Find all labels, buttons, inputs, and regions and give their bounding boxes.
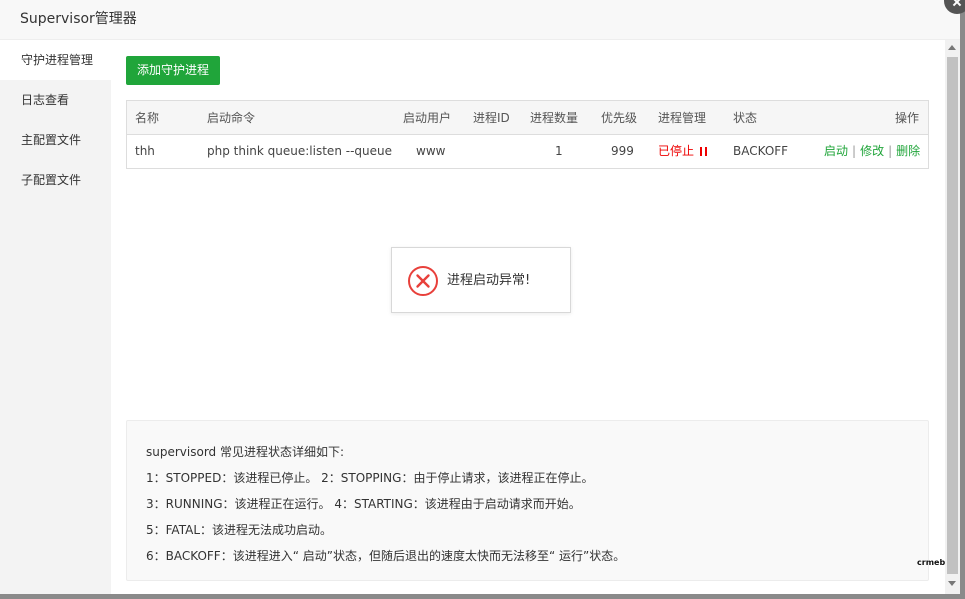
process-table: 名称 启动命令 启动用户 进程ID 进程数量 优先级 进程管理 状态 操作 th… bbox=[126, 100, 929, 169]
sidebar-item-log-view[interactable]: 日志查看 bbox=[0, 80, 111, 120]
pause-icon bbox=[700, 147, 708, 156]
sidebar-item-daemon-manage[interactable]: 守护进程管理 bbox=[0, 40, 111, 80]
supervisor-dialog: Supervisor管理器 守护进程管理 日志查看 主配置文件 子配置文件 添加… bbox=[0, 0, 960, 594]
toast-message: 进程启动异常! bbox=[447, 273, 531, 288]
scroll-up-arrow-icon[interactable] bbox=[948, 45, 956, 50]
watermark-logo: crmeb bbox=[917, 558, 946, 567]
cell-manage[interactable]: 已停止 bbox=[658, 135, 708, 168]
info-line: supervisord 常见进程状态详细如下: bbox=[146, 445, 345, 459]
header-user: 启动用户 bbox=[403, 111, 452, 125]
error-toast: 进程启动异常! bbox=[391, 247, 571, 313]
cell-user: www bbox=[416, 144, 446, 158]
scroll-thumb[interactable] bbox=[947, 57, 958, 574]
cell-name: thh bbox=[135, 144, 155, 158]
header-count: 进程数量 bbox=[530, 111, 579, 125]
sidebar-item-main-config[interactable]: 主配置文件 bbox=[0, 120, 111, 160]
status-info-box: supervisord 常见进程状态详细如下: 1：STOPPED：该进程已停止… bbox=[126, 420, 929, 581]
delete-link[interactable]: 删除 bbox=[896, 144, 920, 158]
header-ops: 操作 bbox=[895, 111, 920, 125]
sidebar: 守护进程管理 日志查看 主配置文件 子配置文件 bbox=[0, 40, 111, 594]
dialog-title: Supervisor管理器 bbox=[20, 11, 137, 27]
info-line: 6：BACKOFF：该进程进入“ 启动”状态，但随后退出的速度太快而无法移至“ … bbox=[146, 549, 626, 563]
table-row: thh php think queue:listen --queue www 1… bbox=[127, 135, 928, 168]
main-panel: 添加守护进程 名称 启动命令 启动用户 进程ID 进程数量 优先级 进程管理 状… bbox=[111, 40, 945, 594]
ops-separator: | bbox=[852, 144, 857, 158]
table-header: 名称 启动命令 启动用户 进程ID 进程数量 优先级 进程管理 状态 操作 bbox=[127, 101, 928, 135]
sidebar-item-sub-config[interactable]: 子配置文件 bbox=[0, 160, 111, 200]
dialog-titlebar: Supervisor管理器 bbox=[0, 0, 960, 40]
info-line: 5：FATAL：该进程无法成功启动。 bbox=[146, 523, 333, 537]
ops-separator: | bbox=[888, 144, 893, 158]
header-name: 名称 bbox=[135, 111, 160, 125]
header-status: 状态 bbox=[733, 111, 758, 125]
cell-status: BACKOFF bbox=[733, 144, 789, 158]
header-command: 启动命令 bbox=[207, 111, 256, 125]
info-line: 1：STOPPED：该进程已停止。 2：STOPPING：由于停止请求，该进程正… bbox=[146, 471, 594, 485]
header-pid: 进程ID bbox=[473, 111, 510, 125]
info-line: 3：RUNNING：该进程正在运行。 4：STARTING：该进程由于启动请求而… bbox=[146, 497, 581, 511]
scroll-down-arrow-icon[interactable] bbox=[948, 581, 956, 586]
cell-count: 1 bbox=[555, 144, 563, 158]
error-circle-icon bbox=[408, 266, 438, 296]
cell-priority: 999 bbox=[611, 144, 634, 158]
cell-command: php think queue:listen --queue bbox=[207, 144, 392, 158]
add-daemon-button[interactable]: 添加守护进程 bbox=[126, 56, 220, 85]
header-priority: 优先级 bbox=[601, 111, 638, 125]
start-link[interactable]: 启动 bbox=[824, 144, 848, 158]
edit-link[interactable]: 修改 bbox=[860, 144, 884, 158]
stopped-label: 已停止 bbox=[658, 144, 695, 158]
vertical-scrollbar[interactable] bbox=[945, 40, 960, 594]
cell-ops: 启动 | 修改 | 删除 bbox=[824, 135, 920, 168]
header-manage: 进程管理 bbox=[658, 111, 707, 125]
